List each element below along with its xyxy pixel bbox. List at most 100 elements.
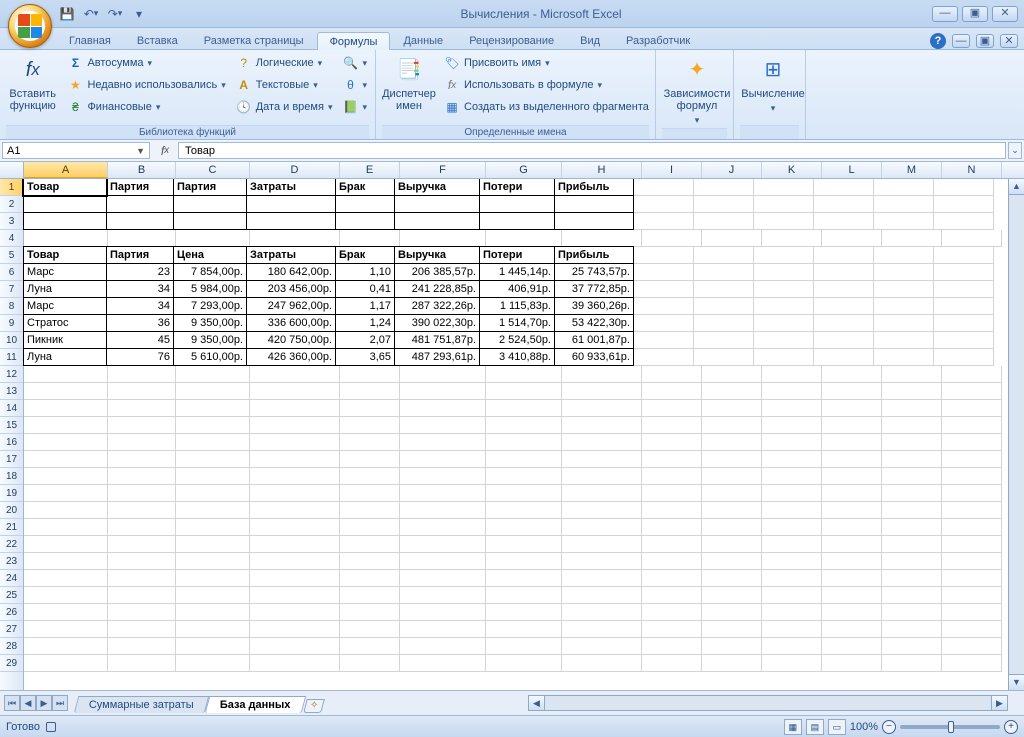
cell-B9[interactable]: 36 xyxy=(106,314,174,332)
cell-H25[interactable] xyxy=(562,587,642,604)
cell-B20[interactable] xyxy=(108,502,176,519)
cell-K27[interactable] xyxy=(762,621,822,638)
cell-E26[interactable] xyxy=(340,604,400,621)
cell-B15[interactable] xyxy=(108,417,176,434)
cell-F13[interactable] xyxy=(400,383,486,400)
cell-G27[interactable] xyxy=(486,621,562,638)
cell-M24[interactable] xyxy=(882,570,942,587)
cell-I12[interactable] xyxy=(642,366,702,383)
cell-I28[interactable] xyxy=(642,638,702,655)
cell-L3[interactable] xyxy=(814,213,874,230)
cell-G18[interactable] xyxy=(486,468,562,485)
cell-H12[interactable] xyxy=(562,366,642,383)
cell-B22[interactable] xyxy=(108,536,176,553)
cell-D10[interactable]: 420 750,00р. xyxy=(246,331,336,349)
cell-H14[interactable] xyxy=(562,400,642,417)
cell-J15[interactable] xyxy=(702,417,762,434)
cell-F4[interactable] xyxy=(400,230,486,247)
cell-N23[interactable] xyxy=(942,553,1002,570)
cell-D17[interactable] xyxy=(250,451,340,468)
logical-button[interactable]: ?Логические xyxy=(234,52,335,74)
cell-G16[interactable] xyxy=(486,434,562,451)
cell-D20[interactable] xyxy=(250,502,340,519)
create-from-selection-button[interactable]: ▦Создать из выделенного фрагмента xyxy=(442,96,651,118)
cell-D11[interactable]: 426 360,00р. xyxy=(246,348,336,366)
cell-J19[interactable] xyxy=(702,485,762,502)
cell-B7[interactable]: 34 xyxy=(106,280,174,298)
cell-N28[interactable] xyxy=(942,638,1002,655)
cell-M17[interactable] xyxy=(882,451,942,468)
cell-E19[interactable] xyxy=(340,485,400,502)
cell-A12[interactable] xyxy=(24,366,108,383)
cell-C18[interactable] xyxy=(176,468,250,485)
cell-H21[interactable] xyxy=(562,519,642,536)
name-box[interactable]: A1 ▼ xyxy=(2,142,150,159)
scroll-right-button[interactable]: ▶ xyxy=(991,696,1007,710)
cell-A24[interactable] xyxy=(24,570,108,587)
cell-K19[interactable] xyxy=(762,485,822,502)
cell-C13[interactable] xyxy=(176,383,250,400)
undo-button[interactable]: ↶ xyxy=(80,3,102,25)
cell-E16[interactable] xyxy=(340,434,400,451)
cell-H1[interactable]: Прибыль xyxy=(554,179,634,196)
cell-D6[interactable]: 180 642,00р. xyxy=(246,263,336,281)
cell-A19[interactable] xyxy=(24,485,108,502)
cell-E29[interactable] xyxy=(340,655,400,672)
cell-F21[interactable] xyxy=(400,519,486,536)
col-header-J[interactable]: J xyxy=(702,162,762,178)
formula-auditing-button[interactable]: ✦ Зависимости формул xyxy=(662,52,732,128)
cell-C25[interactable] xyxy=(176,587,250,604)
cell-K10[interactable] xyxy=(754,332,814,349)
cell-B8[interactable]: 34 xyxy=(106,297,174,315)
cell-A11[interactable]: Луна xyxy=(23,348,107,366)
cell-F10[interactable]: 481 751,87р. xyxy=(394,331,480,349)
cell-D14[interactable] xyxy=(250,400,340,417)
cell-D25[interactable] xyxy=(250,587,340,604)
lookup-button[interactable]: 🔍 xyxy=(340,52,369,74)
col-header-C[interactable]: C xyxy=(176,162,250,178)
cell-N5[interactable] xyxy=(934,247,994,264)
cell-G12[interactable] xyxy=(486,366,562,383)
cell-L16[interactable] xyxy=(822,434,882,451)
row-header-12[interactable]: 12 xyxy=(0,366,23,383)
cell-I23[interactable] xyxy=(642,553,702,570)
cell-I7[interactable] xyxy=(634,281,694,298)
cell-F7[interactable]: 241 228,85р. xyxy=(394,280,480,298)
cell-L9[interactable] xyxy=(814,315,874,332)
formula-bar-expand[interactable]: ⌄ xyxy=(1008,142,1022,159)
cell-G11[interactable]: 3 410,88р. xyxy=(479,348,555,366)
cell-J20[interactable] xyxy=(702,502,762,519)
cell-H26[interactable] xyxy=(562,604,642,621)
cell-G4[interactable] xyxy=(486,230,562,247)
cell-J10[interactable] xyxy=(694,332,754,349)
cell-M7[interactable] xyxy=(874,281,934,298)
cell-C15[interactable] xyxy=(176,417,250,434)
cell-D15[interactable] xyxy=(250,417,340,434)
use-in-formula-button[interactable]: fxИспользовать в формуле xyxy=(442,74,651,96)
cell-J3[interactable] xyxy=(694,213,754,230)
cell-J2[interactable] xyxy=(694,196,754,213)
cell-K23[interactable] xyxy=(762,553,822,570)
cell-H3[interactable] xyxy=(554,212,634,230)
cell-J6[interactable] xyxy=(694,264,754,281)
cell-D16[interactable] xyxy=(250,434,340,451)
scroll-up-button[interactable]: ▲ xyxy=(1009,179,1024,195)
cell-K28[interactable] xyxy=(762,638,822,655)
tab-home[interactable]: Главная xyxy=(56,31,124,49)
cell-L5[interactable] xyxy=(814,247,874,264)
sheet-nav-last[interactable]: ⏭ xyxy=(52,695,68,711)
recently-used-button[interactable]: ★Недавно использовались xyxy=(65,74,227,96)
cell-A8[interactable]: Марс xyxy=(23,297,107,315)
cell-A4[interactable] xyxy=(24,230,108,247)
cell-A9[interactable]: Стратос xyxy=(23,314,107,332)
row-header-22[interactable]: 22 xyxy=(0,536,23,553)
cell-F19[interactable] xyxy=(400,485,486,502)
cell-H11[interactable]: 60 933,61р. xyxy=(554,348,634,366)
cell-B11[interactable]: 76 xyxy=(106,348,174,366)
cell-B25[interactable] xyxy=(108,587,176,604)
cell-A20[interactable] xyxy=(24,502,108,519)
cell-E14[interactable] xyxy=(340,400,400,417)
cell-K15[interactable] xyxy=(762,417,822,434)
row-header-11[interactable]: 11 xyxy=(0,349,23,366)
cell-D19[interactable] xyxy=(250,485,340,502)
